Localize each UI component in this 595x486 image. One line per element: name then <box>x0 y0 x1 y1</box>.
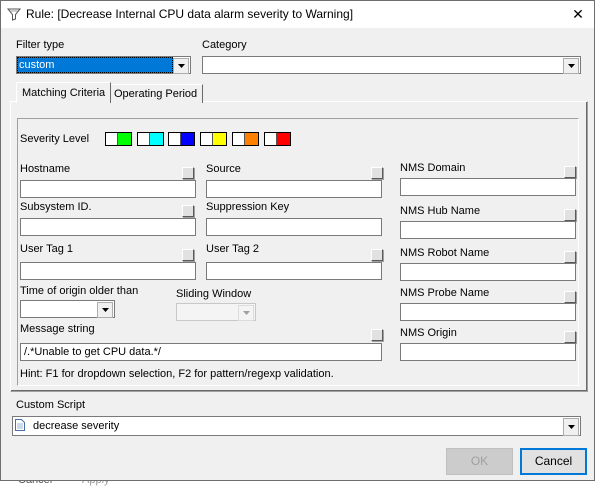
user-tag-2-label: User Tag 2 <box>206 243 259 255</box>
close-button[interactable]: ✕ <box>562 1 594 28</box>
message-string-pattern-button[interactable] <box>371 329 383 341</box>
suppression-key-label: Suppression Key <box>206 201 290 213</box>
close-icon: ✕ <box>572 6 584 22</box>
severity-clear-checkbox[interactable] <box>105 132 132 146</box>
sliding-window-select[interactable] <box>176 303 256 321</box>
rule-dialog: Rule: [Decrease Internal CPU data alarm … <box>0 0 595 481</box>
nms-robot-name-input[interactable] <box>400 263 576 281</box>
hint-text: Hint: F1 for dropdown selection, F2 for … <box>20 368 334 380</box>
tab-matching-criteria[interactable]: Matching Criteria <box>16 82 112 103</box>
nms-origin-pattern-button[interactable] <box>564 331 576 343</box>
nms-hub-name-pattern-button[interactable] <box>564 209 576 221</box>
message-string-label: Message string <box>20 323 95 335</box>
filter-type-label: Filter type <box>16 39 65 51</box>
chevron-down-icon[interactable] <box>173 58 189 74</box>
filter-icon <box>7 8 21 21</box>
hostname-input[interactable] <box>20 180 196 198</box>
source-label: Source <box>206 163 241 175</box>
user-tag-1-label: User Tag 1 <box>20 243 73 255</box>
sliding-window-label: Sliding Window <box>176 288 252 300</box>
subsystem-id-input[interactable] <box>20 218 196 236</box>
time-of-origin-select[interactable] <box>20 300 115 318</box>
nms-domain-input[interactable] <box>400 178 576 196</box>
sliding-window-value <box>177 304 238 320</box>
chevron-down-icon[interactable] <box>97 302 113 318</box>
chevron-down-icon[interactable] <box>238 305 254 321</box>
user-tag-1-input[interactable] <box>20 262 196 280</box>
filter-type-value: custom <box>17 57 173 73</box>
nms-hub-name-label: NMS Hub Name <box>400 205 481 217</box>
severity-swatch <box>277 133 290 145</box>
nms-origin-input[interactable] <box>400 343 576 361</box>
nms-domain-label: NMS Domain <box>400 162 466 174</box>
nms-robot-name-pattern-button[interactable] <box>564 251 576 263</box>
category-label: Category <box>202 39 247 51</box>
custom-script-select[interactable]: decrease severity <box>12 416 581 436</box>
severity-swatch <box>245 133 258 145</box>
message-string-input[interactable]: /.*Unable to get CPU data.*/ <box>20 343 382 361</box>
severity-swatch <box>213 133 226 145</box>
severity-info-checkbox[interactable] <box>137 132 164 146</box>
severity-minor-checkbox[interactable] <box>200 132 227 146</box>
chevron-down-icon[interactable] <box>563 418 579 436</box>
source-input[interactable] <box>206 180 382 198</box>
custom-script-value: decrease severity <box>33 420 120 432</box>
user-tag-2-input[interactable] <box>206 262 382 280</box>
severity-level-label: Severity Level <box>20 133 90 145</box>
severity-warning-checkbox[interactable] <box>168 132 195 146</box>
nms-hub-name-input[interactable] <box>400 221 576 239</box>
title-bar: Rule: [Decrease Internal CPU data alarm … <box>1 1 594 28</box>
suppression-key-input[interactable] <box>206 218 382 236</box>
user-tag-2-pattern-button[interactable] <box>371 249 383 261</box>
severity-major-checkbox[interactable] <box>232 132 259 146</box>
document-icon <box>15 419 25 431</box>
nms-probe-name-label: NMS Probe Name <box>400 287 490 299</box>
chevron-down-icon[interactable] <box>563 58 579 74</box>
time-of-origin-value <box>21 301 97 317</box>
category-value <box>203 57 563 73</box>
nms-origin-label: NMS Origin <box>400 327 457 339</box>
user-tag-1-pattern-button[interactable] <box>182 249 194 261</box>
filter-type-select[interactable]: custom <box>16 56 191 74</box>
hostname-pattern-button[interactable] <box>182 167 194 179</box>
severity-swatch <box>150 133 163 145</box>
subsystem-id-label: Subsystem ID. <box>20 201 92 213</box>
nms-robot-name-label: NMS Robot Name <box>400 247 490 259</box>
source-pattern-button[interactable] <box>371 167 383 179</box>
severity-swatch <box>118 133 131 145</box>
nms-probe-name-pattern-button[interactable] <box>564 291 576 303</box>
window-title: Rule: [Decrease Internal CPU data alarm … <box>26 7 354 21</box>
subsystem-id-pattern-button[interactable] <box>182 205 194 217</box>
custom-script-label: Custom Script <box>16 399 86 411</box>
severity-critical-checkbox[interactable] <box>264 132 291 146</box>
tab-operating-period[interactable]: Operating Period <box>108 84 204 103</box>
hostname-label: Hostname <box>20 163 71 175</box>
ok-button[interactable]: OK <box>446 448 513 475</box>
severity-swatch <box>181 133 194 145</box>
cancel-button[interactable]: Cancel <box>520 448 587 475</box>
time-of-origin-label: Time of origin older than <box>20 285 139 297</box>
nms-domain-pattern-button[interactable] <box>564 166 576 178</box>
category-select[interactable] <box>202 56 581 74</box>
nms-probe-name-input[interactable] <box>400 303 576 321</box>
